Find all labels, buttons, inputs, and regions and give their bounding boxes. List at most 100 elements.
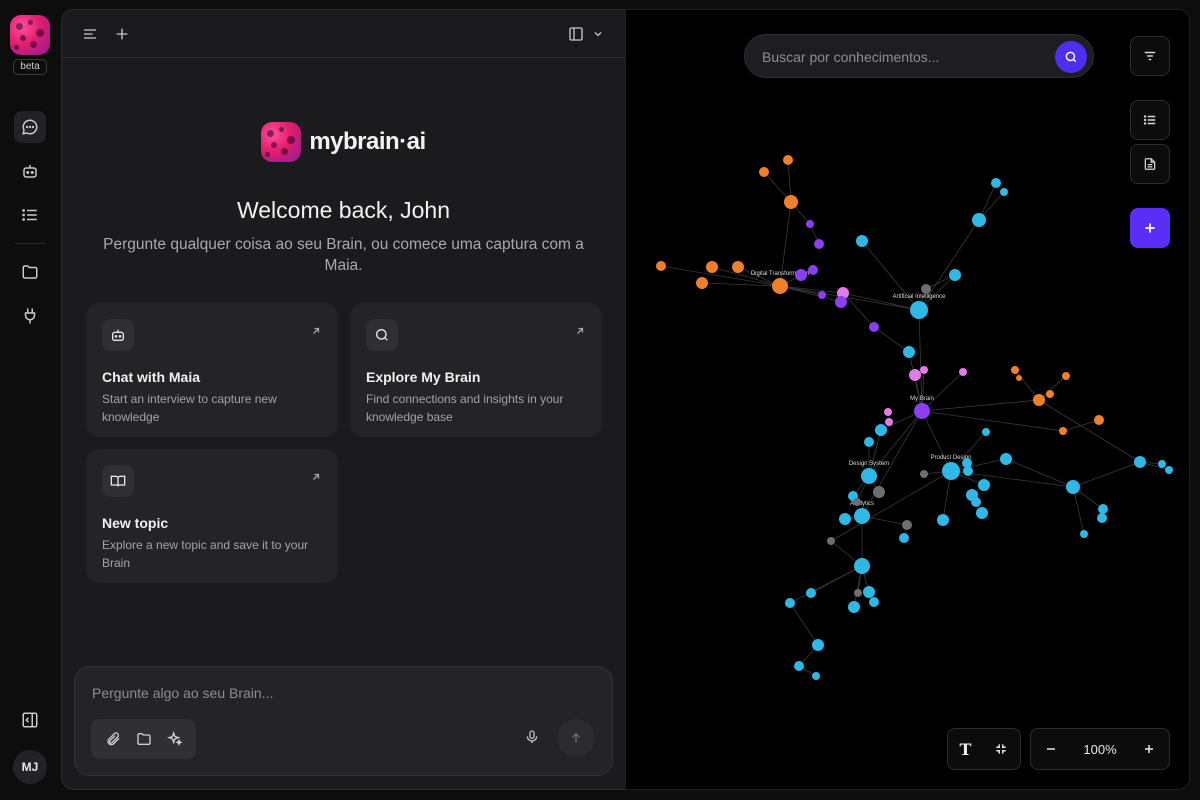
- card-explore-my-brain[interactable]: Explore My Brain Find connections and in…: [350, 303, 602, 437]
- graph-node[interactable]: [854, 589, 862, 597]
- graph-node[interactable]: [884, 408, 892, 416]
- graph-node[interactable]: [1033, 394, 1045, 406]
- graph-node[interactable]: [783, 155, 793, 165]
- graph-node[interactable]: [920, 470, 928, 478]
- graph-node[interactable]: [869, 597, 879, 607]
- graph-node[interactable]: [759, 167, 769, 177]
- graph-node[interactable]: [903, 346, 915, 358]
- graph-node[interactable]: [848, 601, 860, 613]
- layout-button[interactable]: [564, 22, 588, 46]
- graph-node[interactable]: [978, 479, 990, 491]
- toggle-labels-button[interactable]: T: [960, 740, 972, 759]
- graph-node[interactable]: [806, 588, 816, 598]
- filter-button[interactable]: [1130, 36, 1170, 76]
- graph-node[interactable]: [1046, 390, 1054, 398]
- graph-node[interactable]: [839, 513, 851, 525]
- graph-node[interactable]: [1062, 372, 1070, 380]
- document-view-button[interactable]: [1130, 144, 1170, 184]
- graph-node[interactable]: [914, 403, 930, 419]
- graph-node[interactable]: [899, 533, 909, 543]
- rail-list-button[interactable]: [14, 199, 46, 231]
- graph-node[interactable]: [1080, 530, 1088, 538]
- graph-node[interactable]: [854, 508, 870, 524]
- graph-search-input[interactable]: Buscar por conhecimentos...: [762, 49, 939, 65]
- graph-node[interactable]: [921, 284, 931, 294]
- toggle-panel-button[interactable]: [14, 704, 46, 736]
- graph-node[interactable]: [976, 507, 988, 519]
- menu-button[interactable]: [78, 22, 102, 46]
- graph-node[interactable]: [920, 366, 928, 374]
- graph-node[interactable]: [873, 486, 885, 498]
- graph-node[interactable]: [806, 220, 814, 228]
- graph-node[interactable]: [814, 239, 824, 249]
- graph-node[interactable]: [1066, 480, 1080, 494]
- card-chat-with-maia[interactable]: Chat with Maia Start an interview to cap…: [86, 303, 338, 437]
- zoom-in-icon[interactable]: [1143, 743, 1155, 755]
- graph-node[interactable]: [885, 418, 893, 426]
- user-avatar[interactable]: MJ: [13, 750, 47, 784]
- layout-dropdown-button[interactable]: [586, 22, 610, 46]
- graph-node[interactable]: [808, 265, 818, 275]
- graph-node[interactable]: [812, 672, 820, 680]
- graph-node[interactable]: [949, 269, 961, 281]
- graph-node[interactable]: [1097, 513, 1107, 523]
- graph-node[interactable]: [656, 261, 666, 271]
- graph-node[interactable]: [909, 369, 921, 381]
- graph-node[interactable]: [772, 278, 788, 294]
- list-view-button[interactable]: [1130, 100, 1170, 140]
- graph-node[interactable]: [835, 296, 847, 308]
- graph-node[interactable]: [853, 498, 861, 506]
- composer-input[interactable]: Pergunte algo ao seu Brain...: [92, 685, 273, 701]
- card-new-topic[interactable]: New topic Explore a new topic and save i…: [86, 449, 338, 583]
- rail-chat-button[interactable]: [14, 111, 46, 143]
- graph-node[interactable]: [861, 468, 877, 484]
- graph-node[interactable]: [942, 462, 960, 480]
- rail-bot-button[interactable]: [14, 155, 46, 187]
- graph-node[interactable]: [812, 639, 824, 651]
- graph-node[interactable]: [795, 269, 807, 281]
- graph-node[interactable]: [1016, 375, 1022, 381]
- sparkle-icon[interactable]: [166, 731, 183, 747]
- graph-node[interactable]: [1098, 504, 1108, 514]
- graph-node[interactable]: [827, 537, 835, 545]
- microphone-icon[interactable]: [524, 729, 540, 745]
- graph-node[interactable]: [959, 368, 967, 376]
- graph-node[interactable]: [706, 261, 718, 273]
- fit-view-icon[interactable]: [994, 742, 1008, 756]
- rail-plugin-button[interactable]: [14, 300, 46, 332]
- zoom-out-icon[interactable]: [1045, 743, 1057, 755]
- graph-node[interactable]: [875, 424, 887, 436]
- graph-node[interactable]: [971, 497, 981, 507]
- graph-node[interactable]: [972, 213, 986, 227]
- new-chat-button[interactable]: [110, 22, 134, 46]
- send-button[interactable]: [557, 719, 595, 757]
- graph-node[interactable]: [869, 322, 879, 332]
- graph-node[interactable]: [1059, 427, 1067, 435]
- attach-icon[interactable]: [105, 731, 121, 747]
- app-logo-icon[interactable]: [10, 15, 50, 55]
- folder-icon[interactable]: [136, 731, 152, 747]
- graph-node[interactable]: [1165, 466, 1173, 474]
- graph-node[interactable]: [854, 558, 870, 574]
- graph-node[interactable]: [902, 520, 912, 530]
- graph-node[interactable]: [963, 466, 973, 476]
- graph-node[interactable]: [982, 428, 990, 436]
- graph-node[interactable]: [1000, 453, 1012, 465]
- graph-node[interactable]: [818, 291, 826, 299]
- graph-search-button[interactable]: [1055, 41, 1087, 73]
- graph-node[interactable]: [794, 661, 804, 671]
- rail-folder-button[interactable]: [14, 256, 46, 288]
- graph-node[interactable]: [1094, 415, 1104, 425]
- graph-node[interactable]: [856, 235, 868, 247]
- knowledge-graph[interactable]: Artificial IntelligenceMy BrainProduct D…: [626, 10, 1190, 790]
- graph-node[interactable]: [696, 277, 708, 289]
- graph-node[interactable]: [1158, 460, 1166, 468]
- add-node-button[interactable]: [1130, 208, 1170, 248]
- graph-node[interactable]: [784, 195, 798, 209]
- graph-node[interactable]: [863, 586, 875, 598]
- graph-node[interactable]: [1011, 366, 1019, 374]
- graph-node[interactable]: [910, 301, 928, 319]
- graph-node[interactable]: [1000, 188, 1008, 196]
- graph-node[interactable]: [864, 437, 874, 447]
- graph-node[interactable]: [937, 514, 949, 526]
